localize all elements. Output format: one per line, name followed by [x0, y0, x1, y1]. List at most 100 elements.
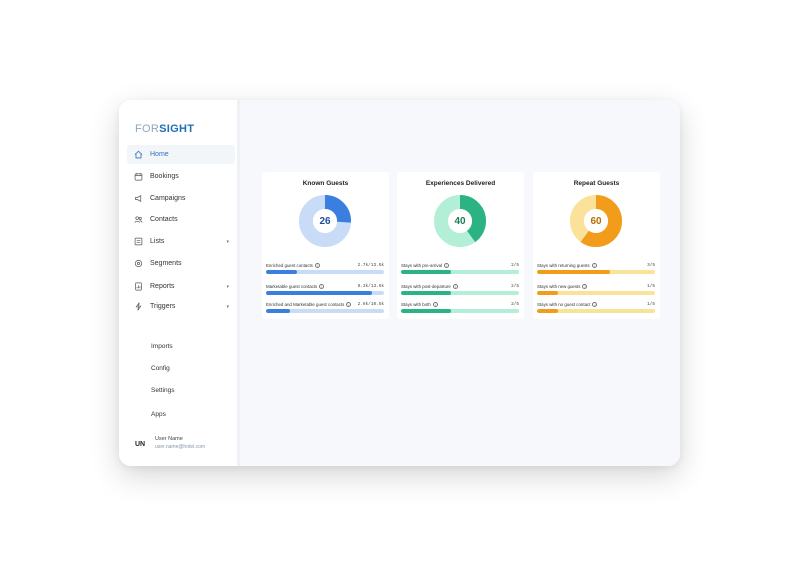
progress-bar	[266, 309, 384, 313]
report-icon	[134, 282, 143, 291]
progress-bar	[537, 309, 655, 313]
metric-label-text: Stays with returning guests	[537, 262, 590, 268]
donut-value: 60	[590, 215, 602, 227]
metric-label: Enriched guest contacts i	[266, 262, 320, 268]
sidebar-item-label: Lists	[150, 238, 165, 245]
megaphone-icon	[134, 194, 143, 203]
people-icon	[134, 215, 143, 224]
metric-row: Stays with post-departure i 2/5	[401, 282, 519, 295]
metric-row: Stays with new guests i 1/5	[537, 282, 655, 295]
metric-label: Stays with both i	[401, 301, 438, 307]
sidebar-item-settings[interactable]: Settings	[151, 387, 175, 394]
sidebar-item-config[interactable]: Config	[151, 365, 170, 372]
metric-value: 2/5	[511, 283, 519, 289]
sidebar-item-lists[interactable]: Lists ▾	[127, 232, 235, 251]
progress-bar	[401, 270, 519, 274]
logo[interactable]: FORSIGHT	[135, 123, 194, 135]
sidebar-item-label: Home	[150, 151, 169, 158]
progress-fill	[401, 291, 451, 295]
sidebar-item-segments[interactable]: Segments	[127, 254, 235, 273]
metric-label-text: Stays with post-departure	[401, 283, 451, 289]
metric-value: 2.7k/13.5k	[357, 262, 384, 268]
metric-row: Enriched and Marketable guest contacts i 2…	[266, 300, 384, 313]
metric-label-text: Enriched and Marketable guest contacts	[266, 301, 345, 307]
metric-label-text: Stays with both	[401, 301, 431, 307]
sidebar-item-label: Bookings	[150, 173, 179, 180]
metric-row: Marketable guest contacts i 9.3k/13.5k	[266, 282, 384, 295]
info-icon[interactable]: i	[314, 262, 320, 268]
info-icon[interactable]: i	[346, 301, 352, 307]
info-icon[interactable]: i	[592, 301, 598, 307]
metric-label: Enriched and Marketable guest contacts i	[266, 301, 352, 307]
metric-label: Marketable guest contacts i	[266, 283, 325, 289]
progress-fill	[401, 309, 451, 313]
metric-label-text: Enriched guest contacts	[266, 262, 313, 268]
info-icon[interactable]: i	[591, 262, 597, 268]
list-icon	[134, 237, 143, 246]
home-icon	[134, 150, 143, 159]
metric-row: Enriched guest contacts i 2.7k/13.5k	[266, 261, 384, 274]
sidebar-item-bookings[interactable]: Bookings	[127, 167, 235, 186]
metric-value: 2/5	[511, 262, 519, 268]
main-content: Known Guests 26 Enriched guest contacts i 2.…	[240, 100, 680, 466]
metric-label-text: Stays with pre-arrival	[401, 262, 442, 268]
sidebar-item-contacts[interactable]: Contacts	[127, 210, 235, 229]
progress-fill	[266, 291, 373, 295]
metric-row: Stays with no guest contact i 1/5	[537, 300, 655, 313]
user-profile[interactable]: UN User Name user.name@hotel.com	[135, 436, 205, 450]
info-icon[interactable]: i	[319, 283, 325, 289]
progress-bar	[266, 270, 384, 274]
avatar: UN	[135, 441, 146, 448]
chevron-down-icon[interactable]: ▾	[226, 284, 229, 290]
metric-label: Stays with new guests i	[537, 283, 588, 289]
sidebar-item-campaigns[interactable]: Campaigns	[127, 189, 235, 208]
card-known-guests: Known Guests 26 Enriched guest contacts i 2.…	[262, 172, 389, 319]
info-icon[interactable]: i	[444, 262, 449, 268]
user-name: User Name	[155, 436, 183, 442]
metric-value: 3/5	[647, 262, 655, 268]
progress-fill	[266, 270, 297, 274]
sidebar-item-reports[interactable]: Reports ▾	[127, 277, 235, 296]
progress-fill	[537, 309, 559, 313]
metric-label-text: Stays with new guests	[537, 283, 581, 289]
progress-fill	[537, 291, 559, 295]
metric-label: Stays with pre-arrival i	[401, 262, 449, 268]
info-icon[interactable]: i	[452, 283, 458, 289]
sidebar: FORSIGHT Home Bookings Campaigns Contact	[119, 100, 240, 466]
metric-value: 9.3k/13.5k	[357, 283, 384, 289]
calendar-icon	[134, 172, 143, 181]
progress-fill	[401, 270, 451, 274]
sidebar-item-apps[interactable]: Apps	[151, 411, 166, 418]
sidebar-item-home[interactable]: Home	[127, 145, 235, 164]
chevron-down-icon[interactable]: ▾	[226, 304, 229, 310]
donut-value: 40	[454, 215, 466, 227]
sidebar-item-label: Campaigns	[150, 195, 186, 202]
lightning-icon	[134, 302, 143, 311]
metric-value: 2.6k/10.5k	[357, 301, 384, 307]
sidebar-item-imports[interactable]: Imports	[151, 343, 173, 350]
metric-row: Stays with pre-arrival i 2/5	[401, 261, 519, 274]
metric-value: 2/5	[511, 301, 519, 307]
info-icon[interactable]: i	[582, 283, 588, 289]
progress-fill	[266, 309, 290, 313]
progress-bar	[537, 270, 655, 274]
sidebar-item-triggers[interactable]: Triggers ▾	[127, 297, 235, 316]
info-icon[interactable]: i	[432, 301, 438, 307]
chevron-down-icon[interactable]: ▾	[226, 239, 229, 245]
app-window: FORSIGHT Home Bookings Campaigns Contact	[119, 100, 680, 466]
metric-label: Stays with returning guests i	[537, 262, 597, 268]
sidebar-item-label: Triggers	[150, 303, 176, 310]
progress-bar	[266, 291, 384, 295]
metric-value: 1/5	[647, 283, 655, 289]
progress-fill	[537, 270, 611, 274]
metric-label-text: Marketable guest contacts	[266, 283, 318, 289]
sidebar-item-label: Contacts	[150, 216, 178, 223]
sidebar-item-label: Segments	[150, 260, 182, 267]
sidebar-item-label: Reports	[150, 283, 175, 290]
progress-bar	[401, 309, 519, 313]
progress-bar	[537, 291, 655, 295]
card-title: Repeat Guests	[573, 180, 620, 187]
card-title: Experiences Delivered	[425, 180, 496, 187]
user-email: user.name@hotel.com	[155, 444, 206, 450]
card-experiences-delivered: Experiences Delivered 40 Stays with pre-ar…	[397, 172, 524, 319]
